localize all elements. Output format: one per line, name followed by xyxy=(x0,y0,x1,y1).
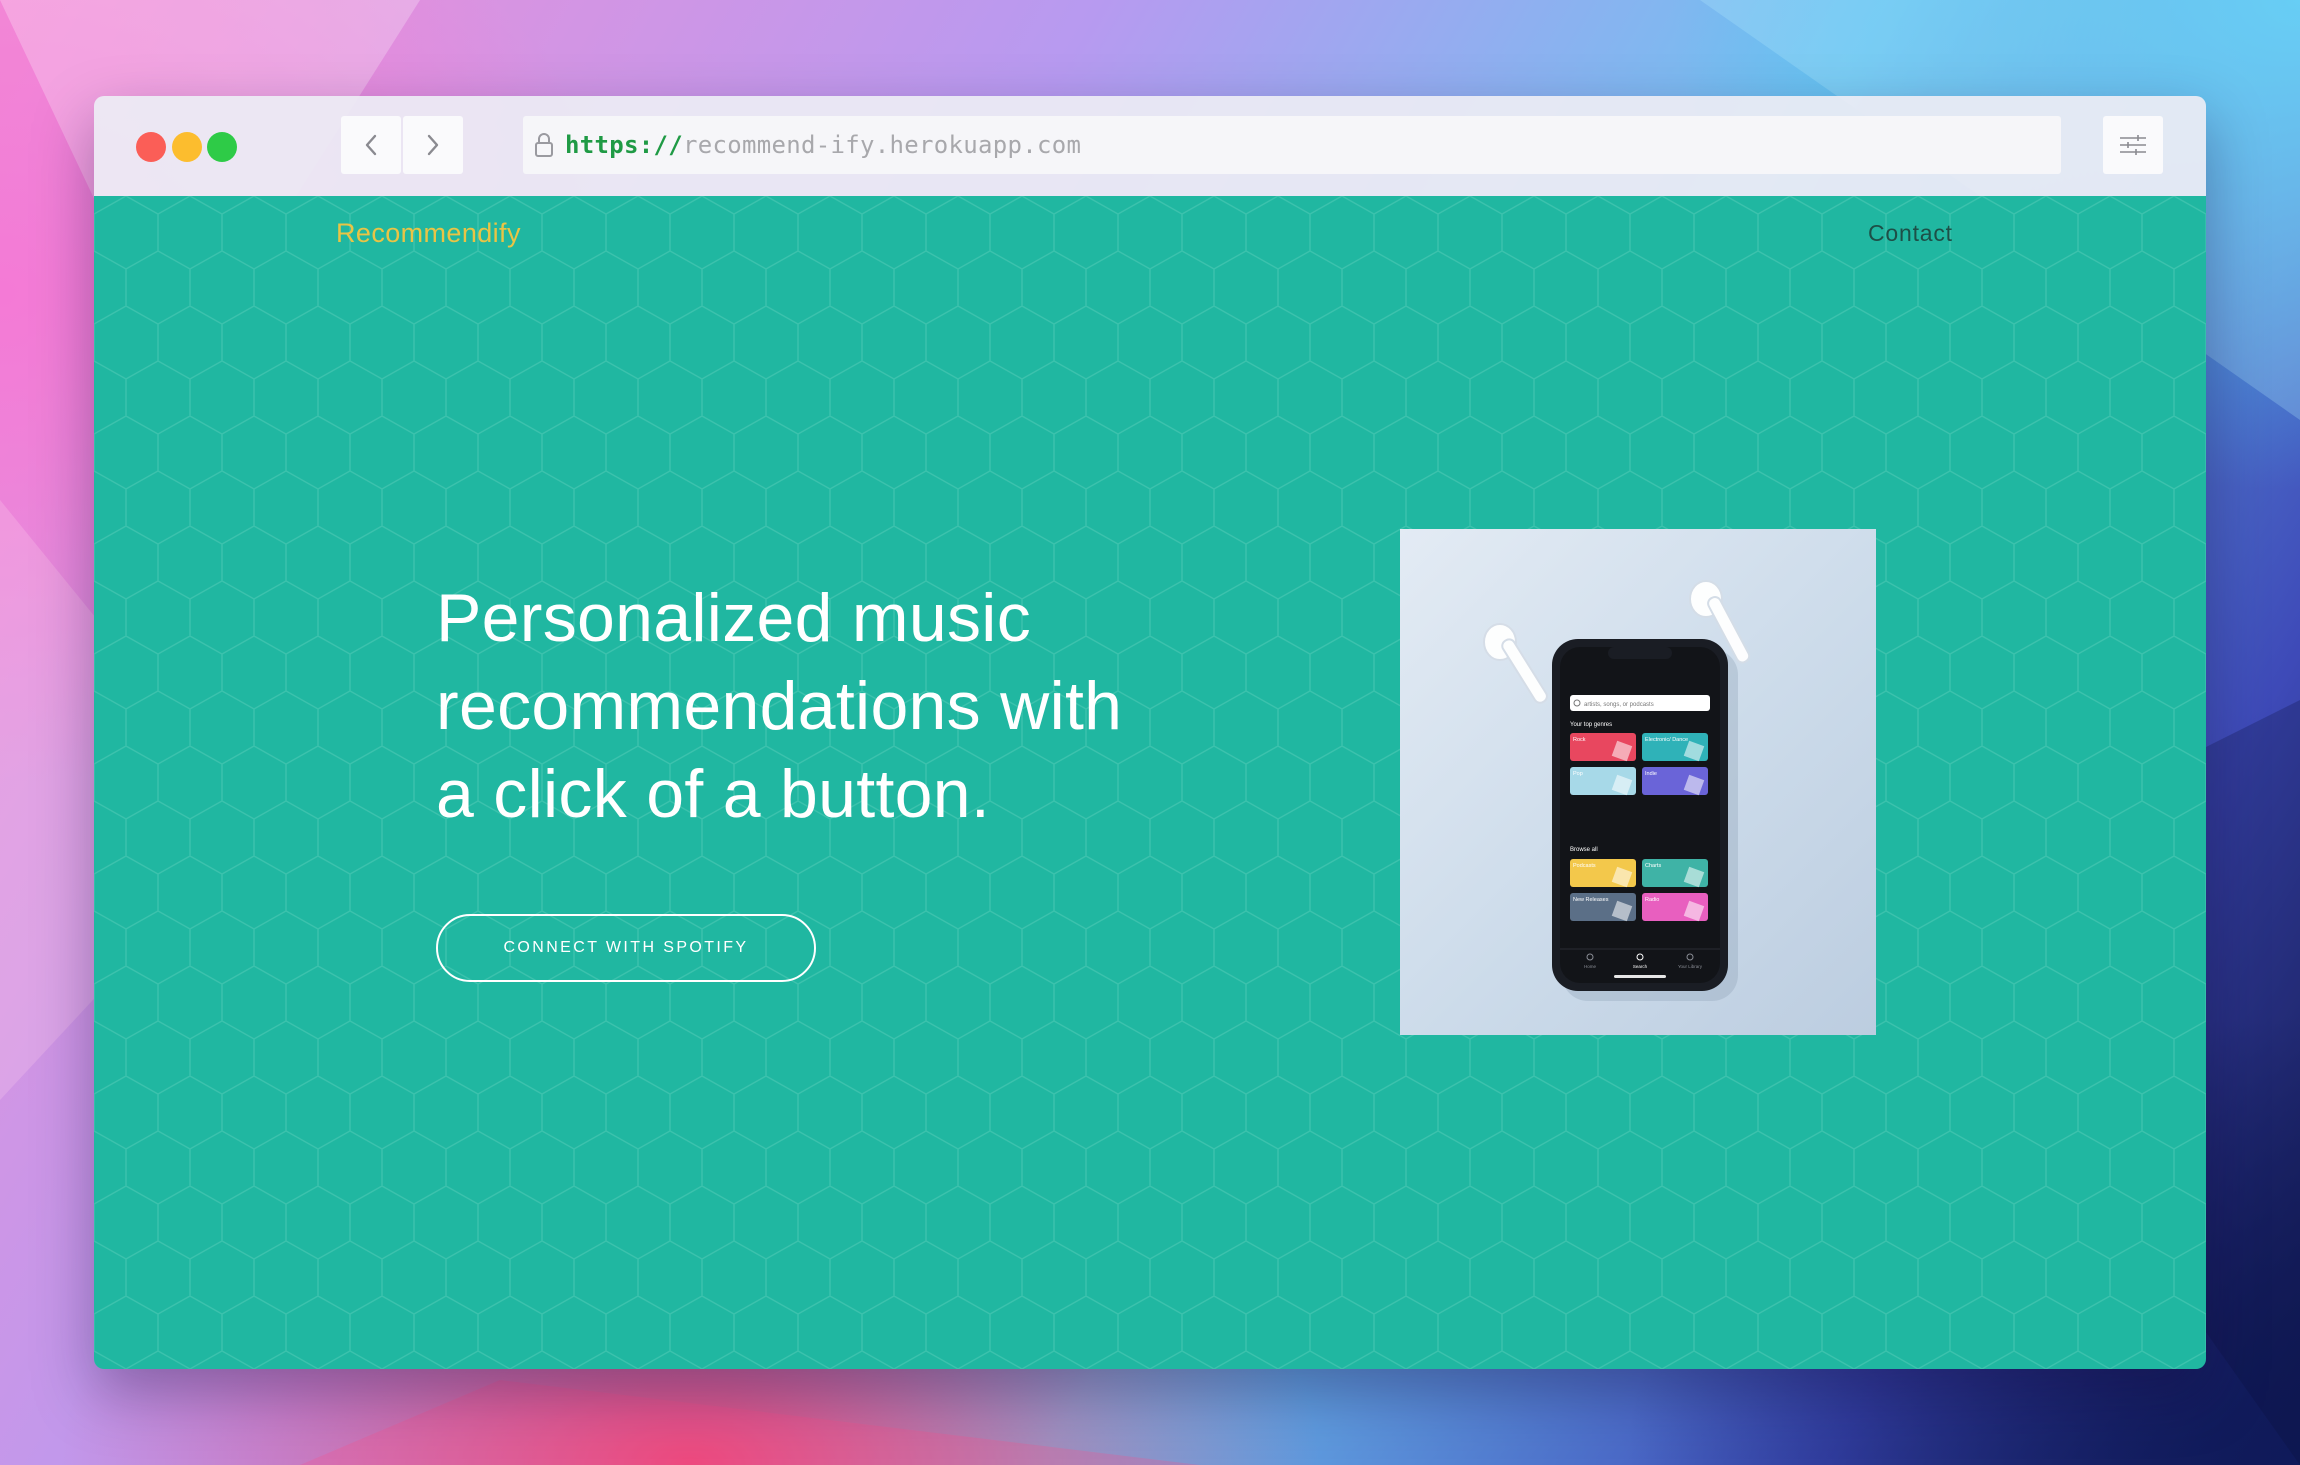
phone-section-browse: Browse all xyxy=(1570,847,1598,853)
phone-tile-label: Indie xyxy=(1645,771,1657,777)
phone-tile-label: Podcasts xyxy=(1573,863,1596,869)
phone-tile-label: Electronic/ Dance xyxy=(1645,737,1688,743)
connect-spotify-button[interactable]: CONNECT WITH SPOTIFY xyxy=(436,914,816,982)
address-url: https://recommend-ify.herokuapp.com xyxy=(565,131,1081,159)
contact-link[interactable]: Contact xyxy=(1868,220,1953,247)
phone-photo: artists, songs, or podcasts Your top gen… xyxy=(1483,580,1751,1001)
phone-tile-label: Charts xyxy=(1645,863,1661,869)
phone-tile-label: Radio xyxy=(1645,897,1659,903)
headline-line-3: a click of a button. xyxy=(436,756,991,832)
close-window-button[interactable] xyxy=(136,132,166,162)
phone-search-text: artists, songs, or podcasts xyxy=(1584,702,1654,708)
maximize-window-button[interactable] xyxy=(207,132,237,162)
address-bar[interactable]: https://recommend-ify.herokuapp.com xyxy=(523,116,2061,174)
url-host: recommend-ify.herokuapp.com xyxy=(683,131,1082,159)
browser-window: https://recommend-ify.herokuapp.com Reco… xyxy=(94,96,2206,1369)
headline-line-1: Personalized music xyxy=(436,580,1031,656)
forward-button[interactable] xyxy=(403,116,463,174)
phone-section-top: Your top genres xyxy=(1570,722,1612,728)
phone-tile-label: New Releases xyxy=(1573,897,1609,903)
forward-arrow-icon xyxy=(427,134,439,156)
phone-tab-label: Your Library xyxy=(1678,964,1703,969)
url-scheme: https:// xyxy=(565,131,683,159)
browser-menu-button[interactable] xyxy=(2103,116,2163,174)
browser-titlebar: https://recommend-ify.herokuapp.com xyxy=(94,96,2206,197)
back-arrow-icon xyxy=(365,134,377,156)
sliders-icon xyxy=(2120,135,2146,155)
phone-tile-label: Rock xyxy=(1573,737,1586,743)
back-button[interactable] xyxy=(341,116,401,174)
hero-phone-image: artists, songs, or podcasts Your top gen… xyxy=(1400,529,1876,1035)
headline-line-2: recommendations with xyxy=(436,668,1123,744)
lock-icon xyxy=(533,132,555,158)
connect-spotify-label: CONNECT WITH SPOTIFY xyxy=(503,939,749,956)
minimize-window-button[interactable] xyxy=(172,132,202,162)
webpage: Recommendify Contact Personalized music … xyxy=(94,196,2206,1369)
phone-tab-label: Home xyxy=(1584,964,1597,969)
hero-headline: Personalized music recommendations with … xyxy=(436,574,1196,838)
airpod-left xyxy=(1483,623,1548,704)
phone-tab-label: Search xyxy=(1633,964,1648,969)
phone-tile-label: Pop xyxy=(1573,771,1583,777)
brand-logo-link[interactable]: Recommendify xyxy=(336,218,521,249)
